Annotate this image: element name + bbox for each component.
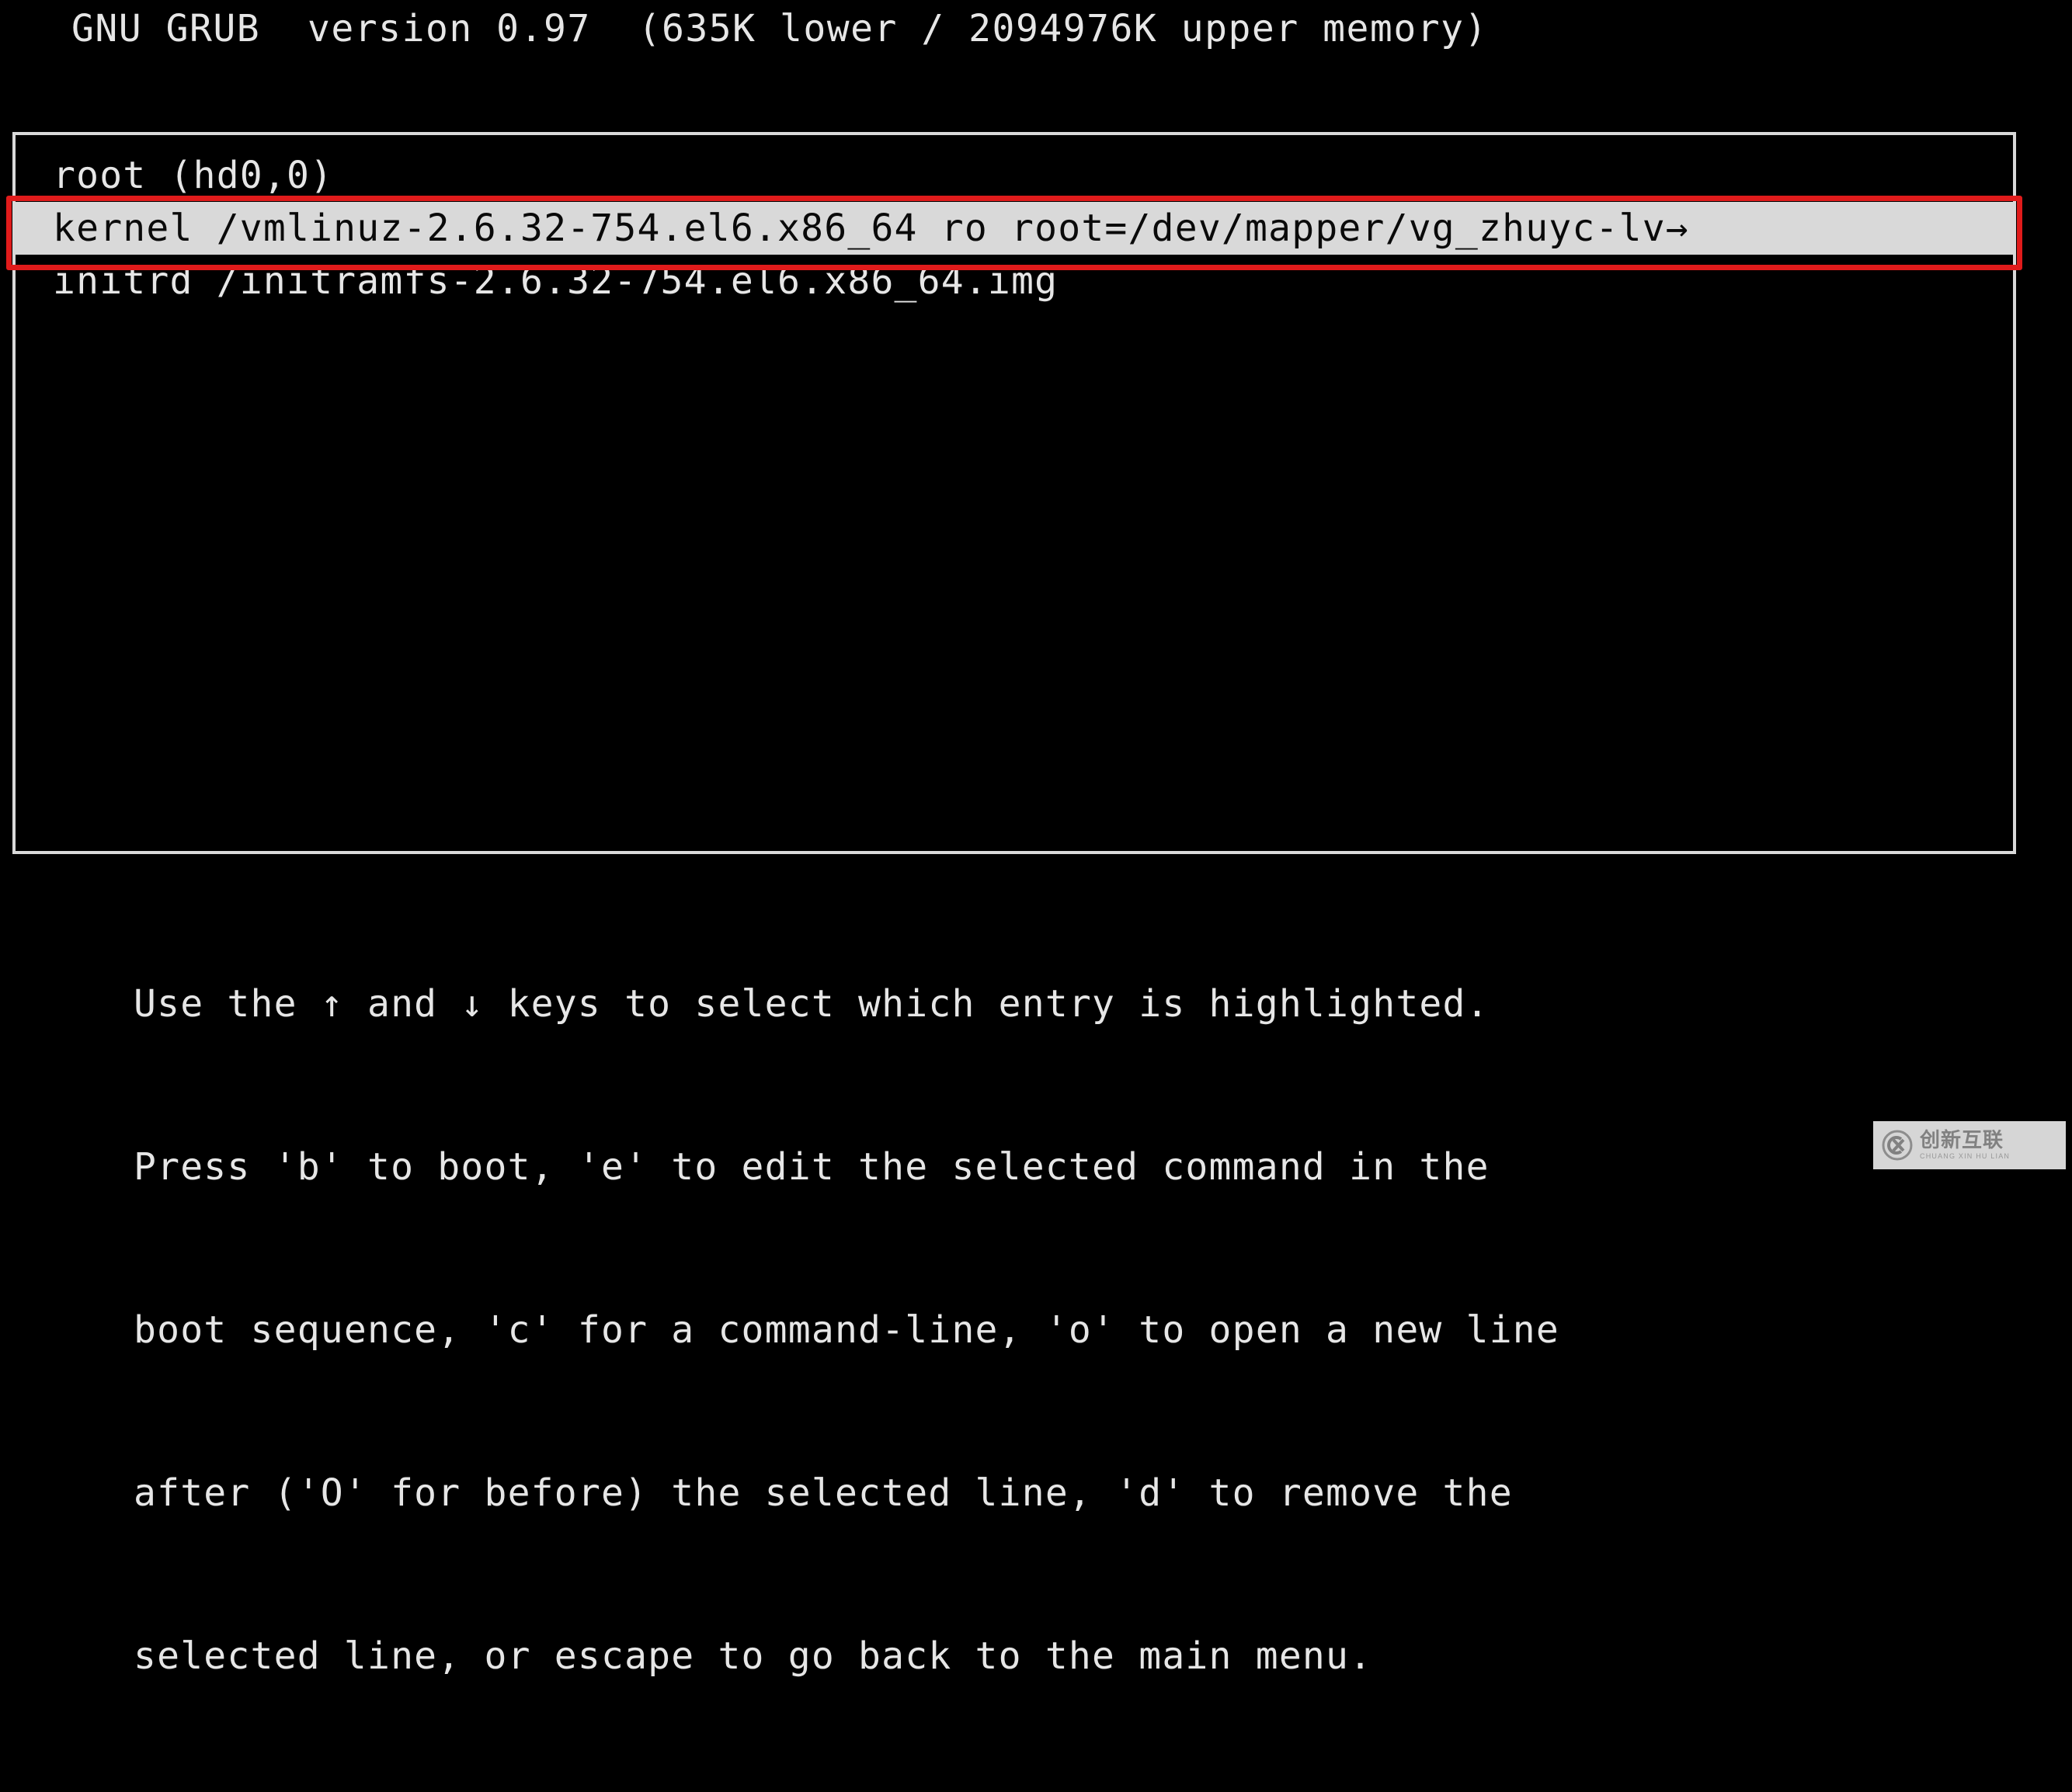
menu-entry-initrd[interactable]: initrd /initramfs-2.6.32-754.el6.x86_64.… bbox=[16, 255, 2013, 307]
help-line-3: boot sequence, 'c' for a command-line, '… bbox=[134, 1308, 1560, 1352]
watermark-text: 创新互联 CHUANG XIN HU LIAN bbox=[1920, 1130, 2010, 1160]
menu-entry-root[interactable]: root (hd0,0) bbox=[16, 149, 2013, 202]
menu-entry-kernel[interactable]: kernel /vmlinuz-2.6.32-754.el6.x86_64 ro… bbox=[16, 202, 2013, 255]
grub-boot-screen: GNU GRUB version 0.97 (635K lower / 2094… bbox=[0, 0, 2072, 1678]
watermark: 创新互联 CHUANG XIN HU LIAN bbox=[1873, 1121, 2066, 1169]
watermark-logo-icon bbox=[1881, 1129, 1914, 1162]
grub-menu-frame: root (hd0,0) kernel /vmlinuz-2.6.32-754.… bbox=[12, 132, 2016, 854]
watermark-name-pinyin: CHUANG XIN HU LIAN bbox=[1920, 1152, 2011, 1160]
help-line-5: selected line, or escape to go back to t… bbox=[134, 1634, 1373, 1678]
help-line-2: Press 'b' to boot, 'e' to edit the selec… bbox=[134, 1145, 1490, 1189]
grub-menu-list[interactable]: root (hd0,0) kernel /vmlinuz-2.6.32-754.… bbox=[16, 135, 2013, 307]
help-line-4: after ('O' for before) the selected line… bbox=[134, 1471, 1513, 1515]
watermark-name-cn: 创新互联 bbox=[1920, 1129, 2004, 1152]
help-line-1: Use the ↑ and ↓ keys to select which ent… bbox=[134, 982, 1490, 1026]
grub-version-title: GNU GRUB version 0.97 (635K lower / 2094… bbox=[71, 7, 1488, 50]
grub-help-text: Use the ↑ and ↓ keys to select which ent… bbox=[134, 868, 1559, 1792]
